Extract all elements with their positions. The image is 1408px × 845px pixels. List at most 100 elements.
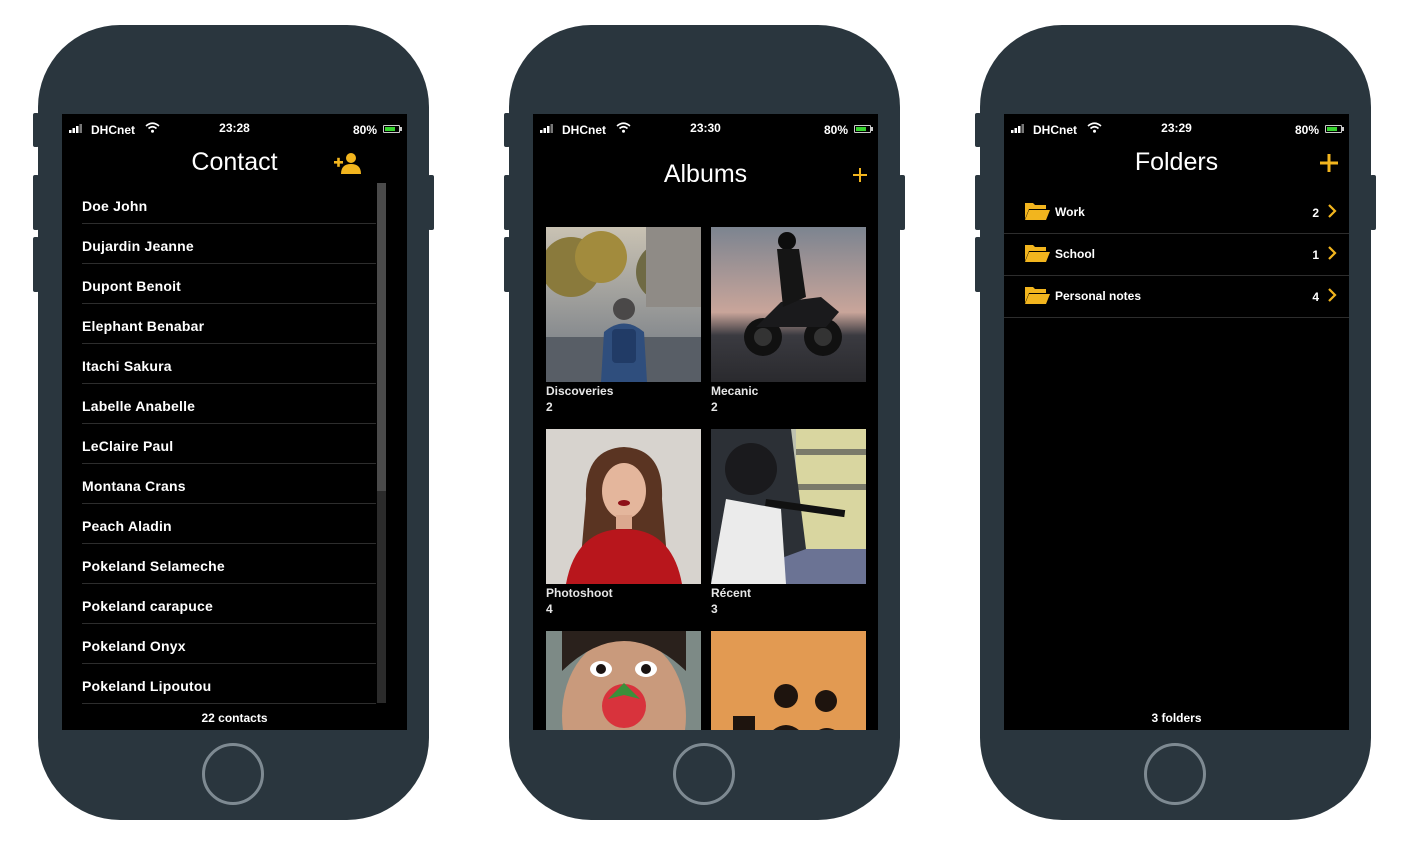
chevron-right-icon (1328, 204, 1337, 218)
contact-name: Pokeland Lipoutou (82, 678, 212, 694)
contact-row[interactable]: Pokeland Onyx (82, 624, 376, 664)
contact-name: Itachi Sakura (82, 358, 172, 374)
album-name: Récent (711, 586, 752, 600)
album-cover (711, 227, 866, 382)
album-tile[interactable]: Discoveries 2 (546, 227, 701, 414)
plus-icon[interactable] (1320, 154, 1338, 172)
folder-count: 1 (1312, 248, 1319, 262)
album-tile[interactable]: Récent 3 (711, 429, 866, 616)
folders-screen: DHCnet 23:29 80% Folders Work 2 School 1… (1004, 114, 1349, 730)
folder-count: 4 (1312, 290, 1319, 304)
contact-name: Labelle Anabelle (82, 398, 196, 414)
scrollbar-thumb[interactable] (377, 183, 386, 491)
folder-open-icon (1025, 203, 1050, 220)
phone-albums: DHCnet 23:30 80% Albums Discoveries 2 Me… (504, 25, 905, 820)
contact-name: Peach Aladin (82, 518, 172, 534)
battery-icon (1325, 125, 1344, 133)
power-button (428, 175, 434, 230)
contact-row[interactable]: Doe John (82, 184, 376, 224)
album-cover (711, 631, 866, 730)
contact-name: Pokeland Selameche (82, 558, 225, 574)
volume-down-button (504, 237, 510, 292)
album-tile[interactable]: Photoshoot 4 (546, 429, 701, 616)
contacts-count: 22 contacts (201, 711, 268, 725)
home-button[interactable] (1144, 743, 1206, 805)
plus-icon[interactable] (853, 168, 867, 182)
battery-icon (854, 125, 873, 133)
volume-up-button (33, 175, 39, 230)
folder-row-personal-notes[interactable]: Personal notes 4 (1004, 276, 1349, 318)
status-bar: DHCnet 23:29 80% (1004, 114, 1349, 140)
album-tile[interactable] (546, 631, 701, 730)
add-person-icon[interactable] (334, 151, 362, 175)
album-name: Discoveries (546, 384, 614, 398)
page-title: Albums (663, 160, 748, 188)
contact-row[interactable]: Labelle Anabelle (82, 384, 376, 424)
phone-folders: DHCnet 23:29 80% Folders Work 2 School 1… (975, 25, 1376, 820)
contact-row[interactable]: Itachi Sakura (82, 344, 376, 384)
contact-name: LeClaire Paul (82, 438, 174, 454)
home-button[interactable] (673, 743, 735, 805)
home-button[interactable] (202, 743, 264, 805)
contact-row[interactable]: Elephant Benabar (82, 304, 376, 344)
album-count: 3 (711, 602, 718, 616)
page-title: Folders (1134, 148, 1219, 176)
phone-contacts: DHCnet 23:28 80% Contact Doe John Dujard… (33, 25, 434, 820)
contact-name: Doe John (82, 198, 148, 214)
mute-switch (33, 113, 39, 147)
contact-name: Montana Crans (82, 478, 186, 494)
power-button (1370, 175, 1376, 230)
contact-list: Doe John Dujardin Jeanne Dupont Benoit E… (82, 184, 376, 704)
album-cover (711, 429, 866, 584)
folder-row-school[interactable]: School 1 (1004, 234, 1349, 276)
contact-name: Pokeland carapuce (82, 598, 214, 614)
volume-down-button (33, 237, 39, 292)
volume-down-button (975, 237, 981, 292)
power-button (899, 175, 905, 230)
mute-switch (975, 113, 981, 147)
album-count: 2 (711, 400, 718, 414)
battery-percent: 80% (352, 123, 377, 137)
status-bar: DHCnet 23:30 80% (533, 114, 878, 140)
contact-name: Dupont Benoit (82, 278, 182, 294)
scrollbar[interactable] (377, 183, 386, 703)
contact-row[interactable]: Pokeland carapuce (82, 584, 376, 624)
contact-row[interactable]: LeClaire Paul (82, 424, 376, 464)
battery-percent: 80% (1294, 123, 1319, 137)
album-count: 4 (546, 602, 553, 616)
album-name: Mecanic (711, 384, 759, 398)
contact-name: Dujardin Jeanne (82, 238, 194, 254)
album-name: Photoshoot (546, 586, 613, 600)
contact-row[interactable]: Pokeland Selameche (82, 544, 376, 584)
folder-row-work[interactable]: Work 2 (1004, 192, 1349, 234)
status-bar: DHCnet 23:28 80% (62, 114, 407, 140)
contact-row[interactable]: Pokeland Lipoutou (82, 664, 376, 704)
folder-count: 2 (1312, 206, 1319, 220)
contacts-screen: DHCnet 23:28 80% Contact Doe John Dujard… (62, 114, 407, 730)
folder-name: Personal notes (1055, 289, 1142, 303)
folder-open-icon (1025, 245, 1050, 262)
album-tile[interactable] (711, 631, 866, 730)
contact-row[interactable]: Montana Crans (82, 464, 376, 504)
folder-name: Work (1055, 205, 1085, 219)
album-tile[interactable]: Mecanic 2 (711, 227, 866, 414)
battery-icon (383, 125, 402, 133)
chevron-right-icon (1328, 246, 1337, 260)
albums-screen: DHCnet 23:30 80% Albums Discoveries 2 Me… (533, 114, 878, 730)
album-cover (546, 631, 701, 730)
contact-row[interactable]: Dujardin Jeanne (82, 224, 376, 264)
folders-count: 3 folders (1151, 711, 1202, 725)
mute-switch (504, 113, 510, 147)
folder-open-icon (1025, 287, 1050, 304)
volume-up-button (504, 175, 510, 230)
album-count: 2 (546, 400, 553, 414)
album-cover (546, 429, 701, 584)
folder-name: School (1055, 247, 1096, 261)
contact-name: Pokeland Onyx (82, 638, 186, 654)
battery-percent: 80% (823, 123, 848, 137)
contact-name: Elephant Benabar (82, 318, 205, 334)
contact-row[interactable]: Dupont Benoit (82, 264, 376, 304)
contact-row[interactable]: Peach Aladin (82, 504, 376, 544)
volume-up-button (975, 175, 981, 230)
chevron-right-icon (1328, 288, 1337, 302)
